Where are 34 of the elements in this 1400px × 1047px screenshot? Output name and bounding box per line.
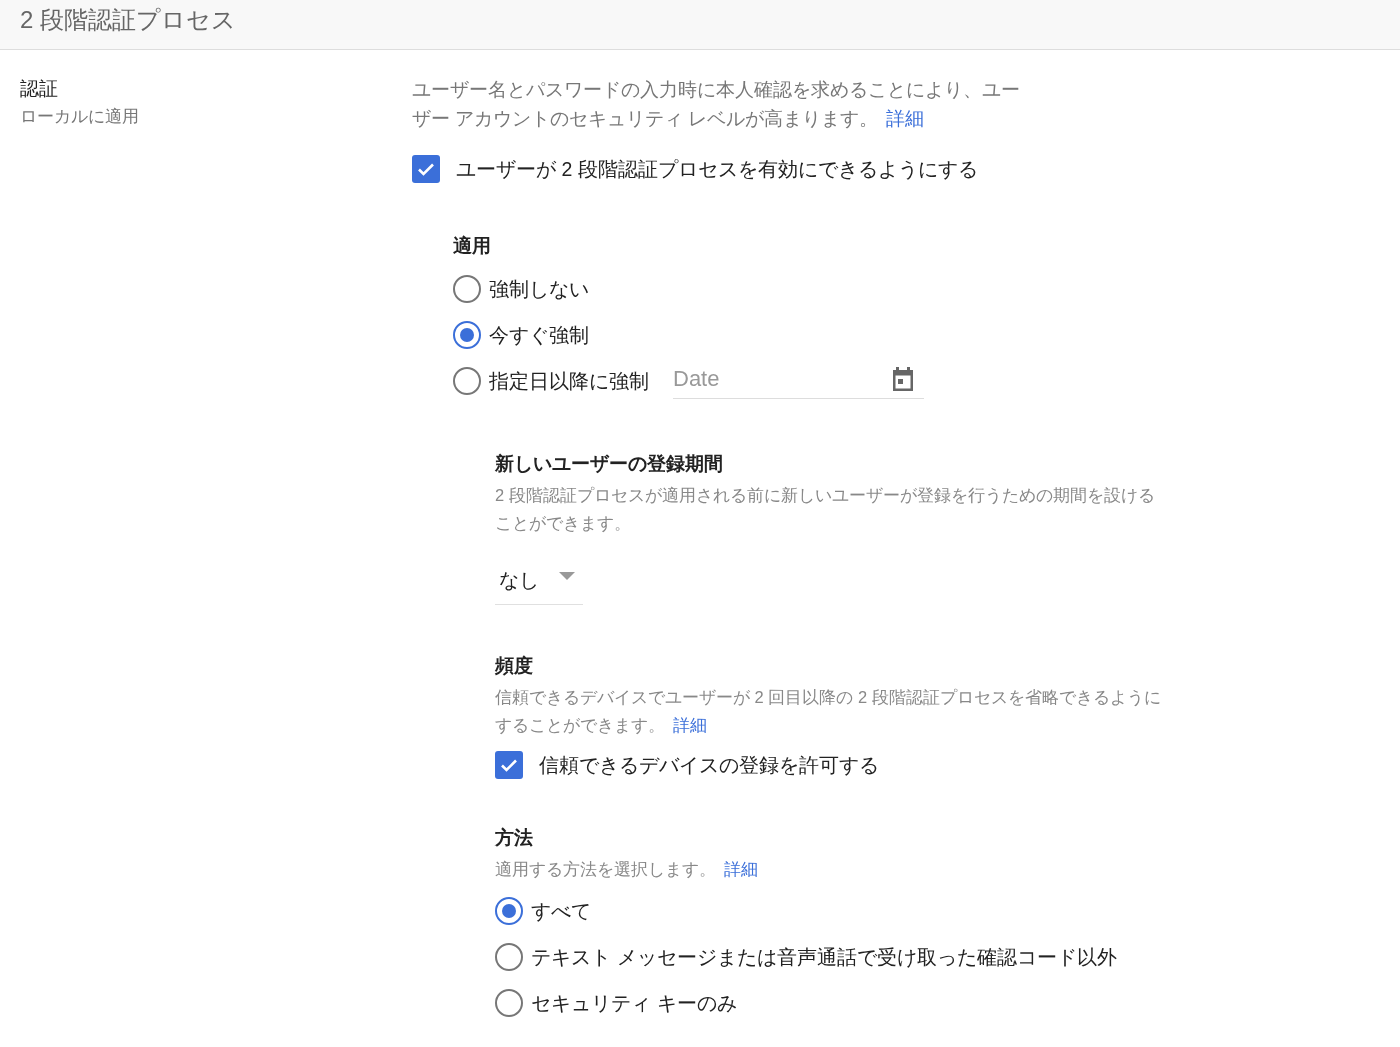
radio-button[interactable] (495, 897, 523, 925)
calendar-icon[interactable] (892, 366, 914, 391)
details-link[interactable]: 詳細 (673, 716, 707, 734)
section-title: 認証 (20, 77, 59, 101)
radio-button[interactable] (453, 367, 481, 395)
section-heading: 適用 (453, 234, 492, 258)
checkbox-label: 信頼できるデバイスの登録を許可する (539, 752, 879, 778)
dropdown[interactable]: なし (495, 557, 583, 605)
radio-button[interactable] (453, 321, 481, 349)
radio-button[interactable] (495, 943, 523, 971)
page-title: 2 段階認証プロセス (20, 6, 236, 33)
checkbox[interactable] (412, 155, 440, 183)
details-link[interactable]: 詳細 (724, 860, 758, 878)
radio-label: セキュリティ キーのみ (531, 990, 737, 1016)
radio-label: テキスト メッセージまたは音声通話で受け取った確認コード以外 (531, 944, 1117, 970)
section-description: 信頼できるデバイスでユーザーが 2 回目以降の 2 段階認証プロセスを省略できるようにすることができます。 詳細 (495, 687, 1162, 736)
caret-icon (559, 571, 575, 580)
radio-button[interactable] (453, 275, 481, 303)
radio-button[interactable] (495, 989, 523, 1017)
radio-label: 今すぐ強制 (489, 322, 589, 348)
description-text: ユーザー名とパスワードの入力時に本人確認を求めることにより、ユーザー アカウントのセキュリティ レベルが高まります。 詳細 (412, 78, 1021, 131)
section-heading: 新しいユーザーの登録期間 (495, 452, 724, 476)
checkbox[interactable] (495, 751, 523, 779)
section-heading: 頻度 (495, 654, 534, 678)
section-description: 適用する方法を選択します。 詳細 (495, 859, 759, 880)
section-heading: 方法 (495, 826, 534, 850)
date-field[interactable]: Date (673, 363, 924, 399)
section-description: 2 段階認証プロセスが適用される前に新しいユーザーが登録を行うための期間を設けることができます。 (495, 485, 1156, 534)
radio-label: 強制しない (489, 276, 589, 302)
checkbox-label: ユーザーが 2 段階認証プロセスを有効にできるようにする (456, 156, 978, 182)
radio-label: すべて (531, 898, 591, 924)
section-subtitle: ローカルに適用 (20, 106, 140, 127)
radio-label: 指定日以降に強制 (489, 368, 649, 394)
details-link[interactable]: 詳細 (886, 108, 925, 129)
